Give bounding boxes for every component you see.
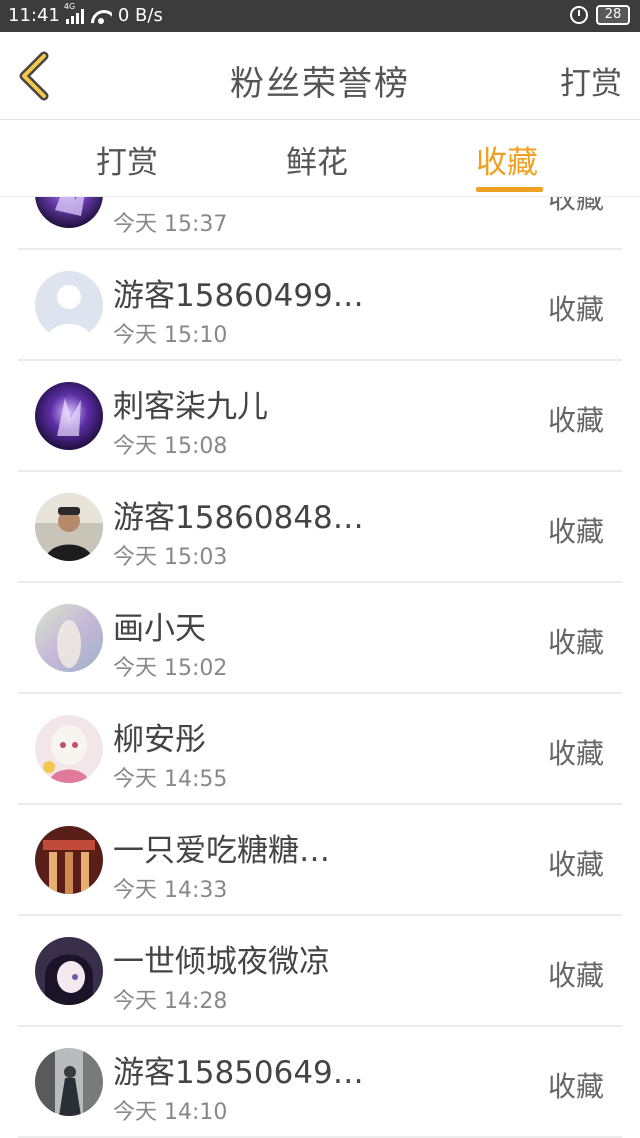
avatar	[35, 1048, 103, 1116]
fan-name: 画小天	[113, 611, 206, 647]
fan-name: 游客15850649…	[113, 1055, 364, 1091]
fan-name: 刺客柒九儿	[113, 389, 268, 425]
fan-name: 游客15860499…	[113, 278, 364, 314]
avatar	[35, 604, 103, 672]
network-type: 4G	[63, 1, 76, 11]
fan-time: 今天 14:10	[113, 1100, 228, 1125]
top-nav-bar: 粉丝荣誉榜 打赏	[0, 32, 640, 120]
avatar	[35, 937, 103, 1005]
list-item[interactable]: 刺客柒九儿 今天 15:08 收藏	[18, 361, 622, 472]
wifi-icon	[90, 8, 112, 24]
page-title: 粉丝荣誉榜	[230, 64, 410, 104]
list-item[interactable]: 柳安彤 今天 14:55 收藏	[18, 694, 622, 805]
list-item[interactable]: 游客15860499… 今天 15:10 收藏	[18, 250, 622, 361]
avatar	[35, 197, 103, 228]
list-item[interactable]: 一世倾城夜微凉 今天 14:28 收藏	[18, 916, 622, 1027]
signal-icon: 4G	[64, 2, 84, 24]
tab-reward[interactable]: 打赏	[96, 137, 158, 182]
network-speed: 0 B/s	[117, 5, 163, 26]
fan-action-type: 收藏	[547, 959, 604, 992]
avatar	[35, 382, 103, 450]
fan-action-type: 收藏	[547, 626, 604, 659]
fan-action-type: 收藏	[547, 197, 604, 215]
alarm-icon	[570, 6, 588, 24]
fan-name: 柳安彤	[113, 722, 206, 758]
reward-button[interactable]: 打赏	[560, 58, 622, 103]
list-item[interactable]: 游客15850649… 今天 14:10 收藏	[18, 1027, 622, 1138]
fan-action-type: 收藏	[547, 737, 604, 770]
fan-name: 一世倾城夜微凉	[113, 944, 330, 980]
status-time: 11:41	[8, 5, 60, 26]
fan-time: 今天 15:37	[113, 212, 228, 237]
fan-action-type: 收藏	[547, 515, 604, 548]
default-user-icon	[35, 271, 103, 339]
status-left: 11:41 4G 0 B/s	[8, 2, 163, 27]
tab-flowers[interactable]: 鲜花	[286, 137, 348, 182]
list-item[interactable]: 一只爱吃糖糖… 今天 14:33 收藏	[18, 805, 622, 916]
fan-action-type: 收藏	[547, 293, 604, 326]
avatar	[35, 826, 103, 894]
avatar	[35, 715, 103, 783]
fan-action-type: 收藏	[547, 1070, 604, 1103]
tab-favorites[interactable]: 收藏	[476, 137, 538, 182]
fan-name: 游客15860848…	[113, 500, 364, 536]
fan-name: 一只爱吃糖糖…	[113, 833, 330, 869]
fan-action-type: 收藏	[547, 848, 604, 881]
fan-list[interactable]: 今天 15:37 收藏 游客15860499… 今天 15:10 收藏 刺客柒九…	[0, 197, 640, 1138]
list-item[interactable]: 今天 15:37 收藏	[18, 197, 622, 250]
fan-time: 今天 15:10	[113, 323, 228, 348]
fan-action-type: 收藏	[547, 404, 604, 437]
avatar	[35, 271, 103, 339]
fan-time: 今天 15:08	[113, 434, 228, 459]
active-tab-indicator	[476, 187, 543, 192]
status-bar: 11:41 4G 0 B/s 28	[0, 0, 640, 32]
fan-list-content: 今天 15:37 收藏 游客15860499… 今天 15:10 收藏 刺客柒九…	[0, 197, 640, 1138]
fan-time: 今天 14:55	[113, 767, 228, 792]
list-item[interactable]: 游客15860848… 今天 15:03 收藏	[18, 472, 622, 583]
avatar	[35, 493, 103, 561]
list-item[interactable]: 画小天 今天 15:02 收藏	[18, 583, 622, 694]
tab-bar: 打赏 鲜花 收藏	[0, 121, 640, 197]
fan-time: 今天 14:28	[113, 989, 228, 1014]
fan-time: 今天 15:03	[113, 545, 228, 570]
status-right: 28	[570, 5, 630, 25]
battery-indicator: 28	[596, 5, 630, 25]
fan-time: 今天 15:02	[113, 656, 228, 681]
fan-time: 今天 14:33	[113, 878, 228, 903]
